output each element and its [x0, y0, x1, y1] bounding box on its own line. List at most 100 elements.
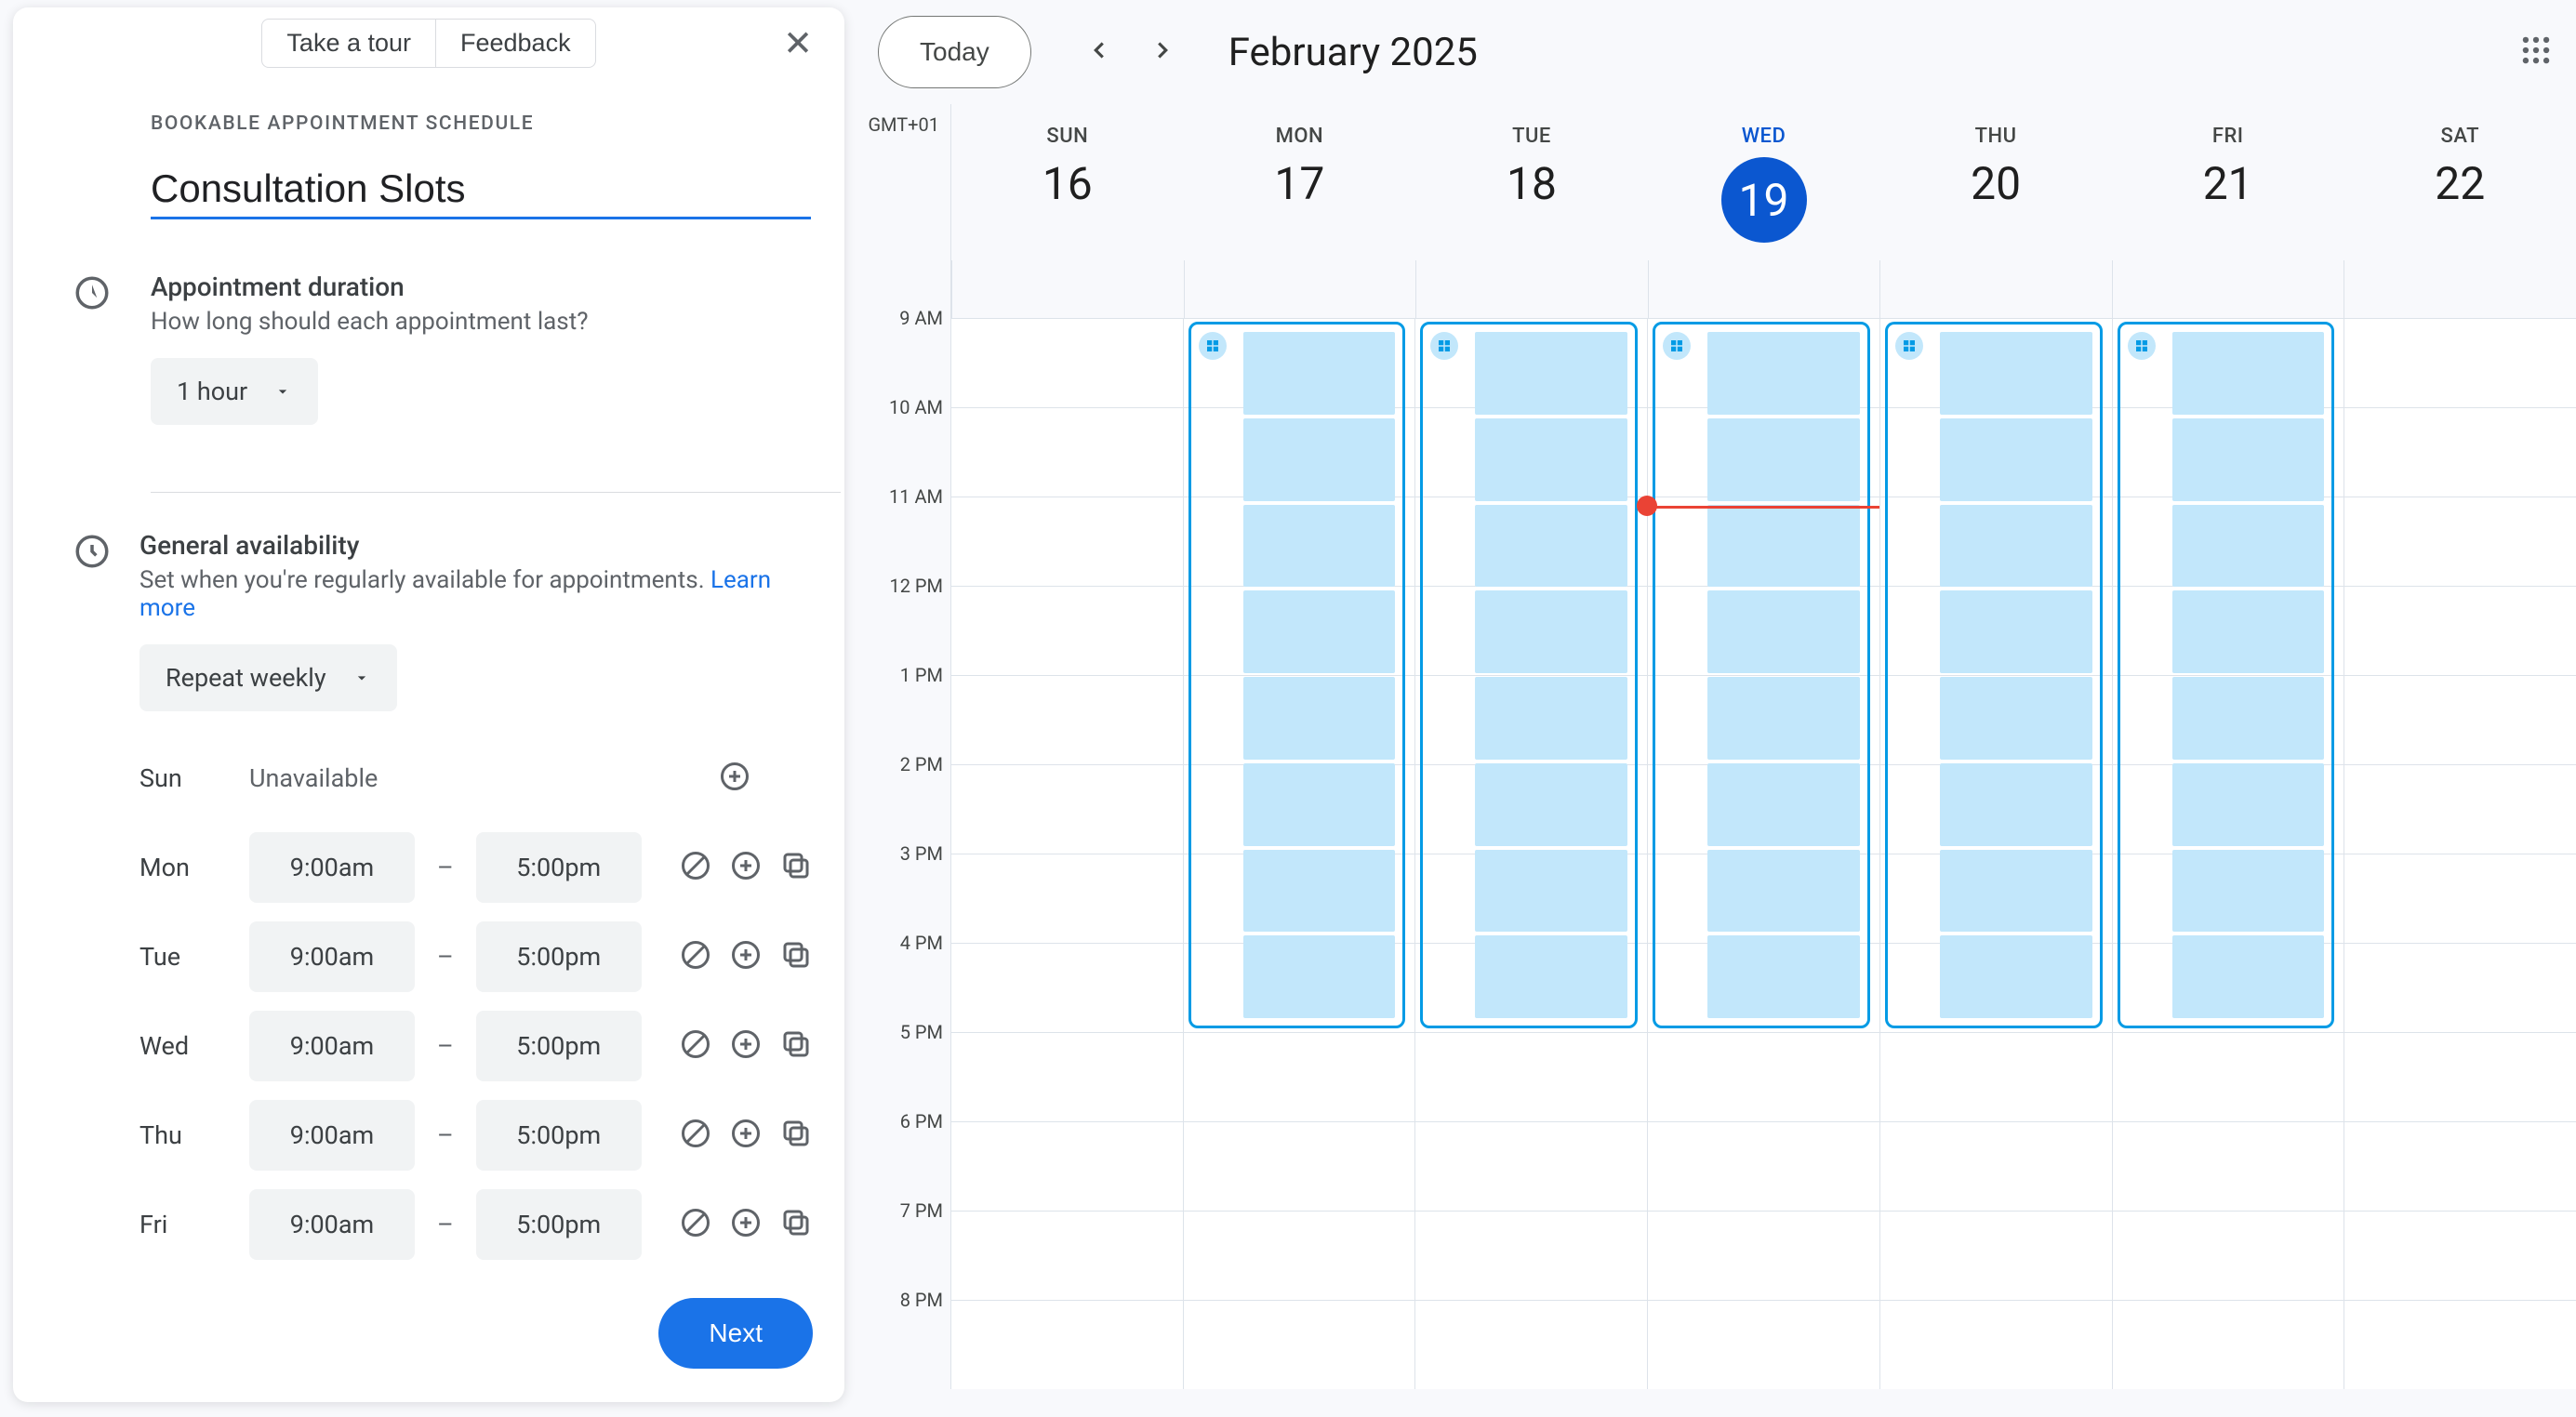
end-time-input[interactable]: 5:00pm	[476, 921, 642, 992]
start-time-input[interactable]: 9:00am	[249, 832, 415, 903]
appointment-slot[interactable]	[2172, 850, 2325, 933]
copy-icon[interactable]	[779, 1027, 813, 1065]
appointment-slot[interactable]	[2172, 418, 2325, 501]
appointment-slot[interactable]	[1475, 763, 1627, 846]
grid-hour-row[interactable]	[950, 1211, 2576, 1300]
apps-icon[interactable]	[2518, 33, 2554, 72]
day-header-thu[interactable]: THU20	[1879, 104, 2112, 260]
add-period-icon[interactable]	[729, 1117, 763, 1154]
appointment-slot[interactable]	[1940, 590, 2092, 673]
start-time-input[interactable]: 9:00am	[249, 1011, 415, 1081]
day-number[interactable]: 17	[1184, 157, 1416, 210]
unavailable-icon[interactable]	[679, 938, 712, 975]
start-time-input[interactable]: 9:00am	[249, 1189, 415, 1260]
appointment-slot[interactable]	[2172, 332, 2325, 415]
appointment-slot[interactable]	[1243, 590, 1396, 673]
end-time-input[interactable]: 5:00pm	[476, 1189, 642, 1260]
day-header-mon[interactable]: MON17	[1184, 104, 1416, 260]
appointment-slot[interactable]	[1243, 677, 1396, 760]
appointment-slot[interactable]	[1475, 418, 1627, 501]
appointment-slot[interactable]	[1707, 418, 1860, 501]
today-button[interactable]: Today	[878, 16, 1031, 88]
appointment-slot[interactable]	[1707, 505, 1860, 588]
start-time-input[interactable]: 9:00am	[249, 1100, 415, 1171]
day-number[interactable]: 19	[1721, 157, 1807, 243]
appointment-slot[interactable]	[1243, 418, 1396, 501]
appointment-slot[interactable]	[1707, 850, 1860, 933]
availability-block[interactable]	[1188, 322, 1406, 1028]
day-header-fri[interactable]: FRI21	[2112, 104, 2344, 260]
appointment-slot[interactable]	[1475, 935, 1627, 1018]
appointment-slot[interactable]	[1707, 763, 1860, 846]
day-number[interactable]: 22	[2344, 157, 2576, 210]
appointment-slot[interactable]	[2172, 590, 2325, 673]
grid-hour-row[interactable]	[950, 1300, 2576, 1389]
appointment-slot[interactable]	[1940, 850, 2092, 933]
schedule-title-input[interactable]	[151, 161, 811, 219]
availability-block[interactable]	[1420, 322, 1638, 1028]
day-header-tue[interactable]: TUE18	[1415, 104, 1648, 260]
appointment-slot[interactable]	[1940, 935, 2092, 1018]
appointment-slot[interactable]	[1707, 590, 1860, 673]
appointment-slot[interactable]	[2172, 935, 2325, 1018]
grid-hour-row[interactable]	[950, 1032, 2576, 1121]
appointment-slot[interactable]	[1940, 505, 2092, 588]
appointment-slot[interactable]	[1243, 850, 1396, 933]
copy-icon[interactable]	[779, 1206, 813, 1243]
take-tour-button[interactable]: Take a tour	[261, 19, 436, 68]
copy-icon[interactable]	[779, 938, 813, 975]
appointment-slot[interactable]	[1707, 935, 1860, 1018]
availability-block[interactable]	[2118, 322, 2335, 1028]
availability-block[interactable]	[1653, 322, 1870, 1028]
duration-dropdown[interactable]: 1 hour	[151, 358, 318, 425]
appointment-slot[interactable]	[1475, 677, 1627, 760]
unavailable-icon[interactable]	[679, 1206, 712, 1243]
next-week-button[interactable]	[1139, 27, 1186, 77]
day-number[interactable]: 18	[1415, 157, 1648, 210]
day-header-sat[interactable]: SAT22	[2344, 104, 2576, 260]
end-time-input[interactable]: 5:00pm	[476, 1100, 642, 1171]
grid-body[interactable]: 9 AM10 AM11 AM12 PM1 PM2 PM3 PM4 PM5 PM6…	[950, 318, 2576, 1389]
next-button[interactable]: Next	[658, 1298, 813, 1369]
appointment-slot[interactable]	[1243, 332, 1396, 415]
repeat-dropdown[interactable]: Repeat weekly	[139, 644, 397, 711]
day-header-wed[interactable]: WED19	[1648, 104, 1880, 260]
add-period-icon[interactable]	[718, 760, 751, 797]
day-number[interactable]: 16	[951, 157, 1184, 210]
add-period-icon[interactable]	[729, 938, 763, 975]
appointment-slot[interactable]	[1475, 850, 1627, 933]
appointment-slot[interactable]	[1940, 763, 2092, 846]
add-period-icon[interactable]	[729, 1027, 763, 1065]
start-time-input[interactable]: 9:00am	[249, 921, 415, 992]
close-icon[interactable]: ✕	[783, 22, 813, 64]
appointment-slot[interactable]	[1940, 332, 2092, 415]
appointment-slot[interactable]	[1707, 332, 1860, 415]
unavailable-icon[interactable]	[679, 1027, 712, 1065]
appointment-slot[interactable]	[1475, 332, 1627, 415]
prev-week-button[interactable]	[1076, 27, 1122, 77]
day-number[interactable]: 20	[1879, 157, 2112, 210]
day-header-sun[interactable]: SUN16	[951, 104, 1184, 260]
appointment-slot[interactable]	[2172, 505, 2325, 588]
appointment-slot[interactable]	[2172, 763, 2325, 846]
copy-icon[interactable]	[779, 1117, 813, 1154]
appointment-slot[interactable]	[1243, 763, 1396, 846]
copy-icon[interactable]	[779, 849, 813, 886]
end-time-input[interactable]: 5:00pm	[476, 1011, 642, 1081]
unavailable-icon[interactable]	[679, 1117, 712, 1154]
appointment-slot[interactable]	[1243, 505, 1396, 588]
appointment-slot[interactable]	[1243, 935, 1396, 1018]
availability-block[interactable]	[1885, 322, 2103, 1028]
day-number[interactable]: 21	[2112, 157, 2344, 210]
appointment-slot[interactable]	[2172, 677, 2325, 760]
unavailable-icon[interactable]	[679, 849, 712, 886]
appointment-slot[interactable]	[1475, 590, 1627, 673]
add-period-icon[interactable]	[729, 1206, 763, 1243]
appointment-slot[interactable]	[1475, 505, 1627, 588]
feedback-button[interactable]: Feedback	[436, 19, 596, 68]
appointment-slot[interactable]	[1940, 418, 2092, 501]
grid-hour-row[interactable]	[950, 1121, 2576, 1211]
end-time-input[interactable]: 5:00pm	[476, 832, 642, 903]
add-period-icon[interactable]	[729, 849, 763, 886]
appointment-slot[interactable]	[1940, 677, 2092, 760]
